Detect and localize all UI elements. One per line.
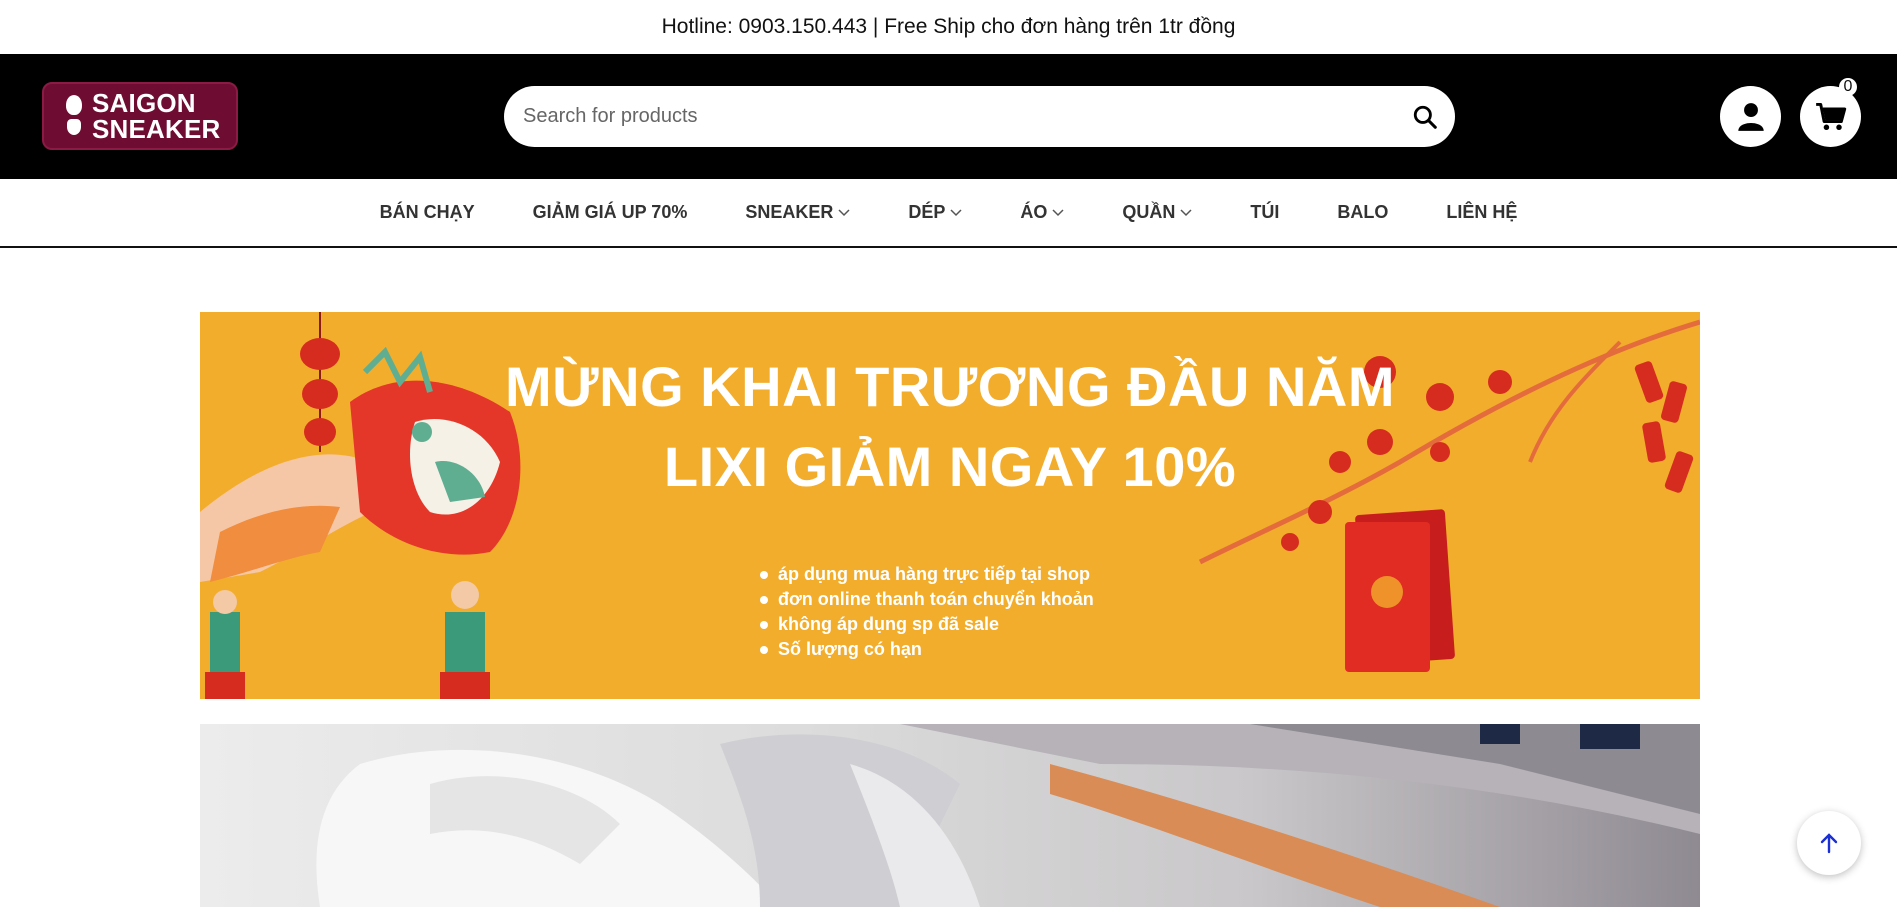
chevron-down-icon: [1180, 208, 1192, 216]
search-input[interactable]: [504, 105, 1395, 128]
banner-condition: Số lượng có hạn: [760, 637, 1094, 662]
search-icon[interactable]: [1395, 86, 1455, 147]
header: SAIGON SNEAKER 0: [0, 54, 1897, 179]
promo-text: Hotline: 0903.150.443 | Free Ship cho đơ…: [661, 15, 1236, 38]
nav-item-quan[interactable]: QUẦN: [1122, 202, 1192, 223]
nav-item-tui[interactable]: TÚI: [1250, 202, 1279, 223]
promo-banner[interactable]: MỪNG KHAI TRƯƠNG ĐẦU NĂM LIXI GIẢM NGAY …: [200, 312, 1700, 699]
banner-condition: áp dụng mua hàng trực tiếp tại shop: [760, 562, 1094, 587]
banner-conditions: áp dụng mua hàng trực tiếp tại shop đơn …: [760, 562, 1094, 662]
arrow-up-icon: [1820, 833, 1838, 854]
nav-item-lien-he[interactable]: LIÊN HỆ: [1446, 202, 1517, 223]
chevron-down-icon: [838, 208, 850, 216]
nav-item-sneaker[interactable]: SNEAKER: [745, 202, 850, 223]
logo[interactable]: SAIGON SNEAKER: [42, 82, 238, 150]
nav-item-balo[interactable]: BALO: [1337, 202, 1388, 223]
back-to-top-button[interactable]: [1797, 811, 1861, 875]
user-icon: [1737, 102, 1764, 131]
banner-condition: không áp dụng sp đã sale: [760, 612, 1094, 637]
main-nav: BÁN CHẠY GIẢM GIÁ UP 70% SNEAKER DÉP ÁO …: [0, 179, 1897, 248]
cart-button[interactable]: 0: [1800, 78, 1861, 147]
banner-title-line1: MỪNG KHAI TRƯƠNG ĐẦU NĂM: [505, 355, 1395, 418]
nav-item-dep[interactable]: DÉP: [908, 202, 962, 223]
banner-condition: đơn online thanh toán chuyển khoản: [760, 587, 1094, 612]
nav-item-ban-chay[interactable]: BÁN CHẠY: [380, 202, 475, 223]
nav-item-ao[interactable]: ÁO: [1020, 202, 1064, 223]
promo-bar: Hotline: 0903.150.443 | Free Ship cho đơ…: [0, 0, 1897, 54]
cart-count-badge: 0: [1839, 78, 1857, 96]
search-bar: [504, 86, 1455, 147]
chevron-down-icon: [950, 208, 962, 216]
banner-title-line2: LIXI GIẢM NGAY 10%: [663, 435, 1237, 498]
chevron-down-icon: [1052, 208, 1064, 216]
hero-sneaker-image[interactable]: [200, 724, 1700, 907]
sneaker-photo: [316, 724, 1700, 907]
account-button[interactable]: [1720, 86, 1781, 147]
footprint-icon: [64, 93, 84, 139]
logo-text: SAIGON SNEAKER: [92, 88, 221, 144]
nav-item-giam-gia[interactable]: GIẢM GIÁ UP 70%: [533, 202, 688, 223]
cart-icon: [1815, 102, 1846, 130]
